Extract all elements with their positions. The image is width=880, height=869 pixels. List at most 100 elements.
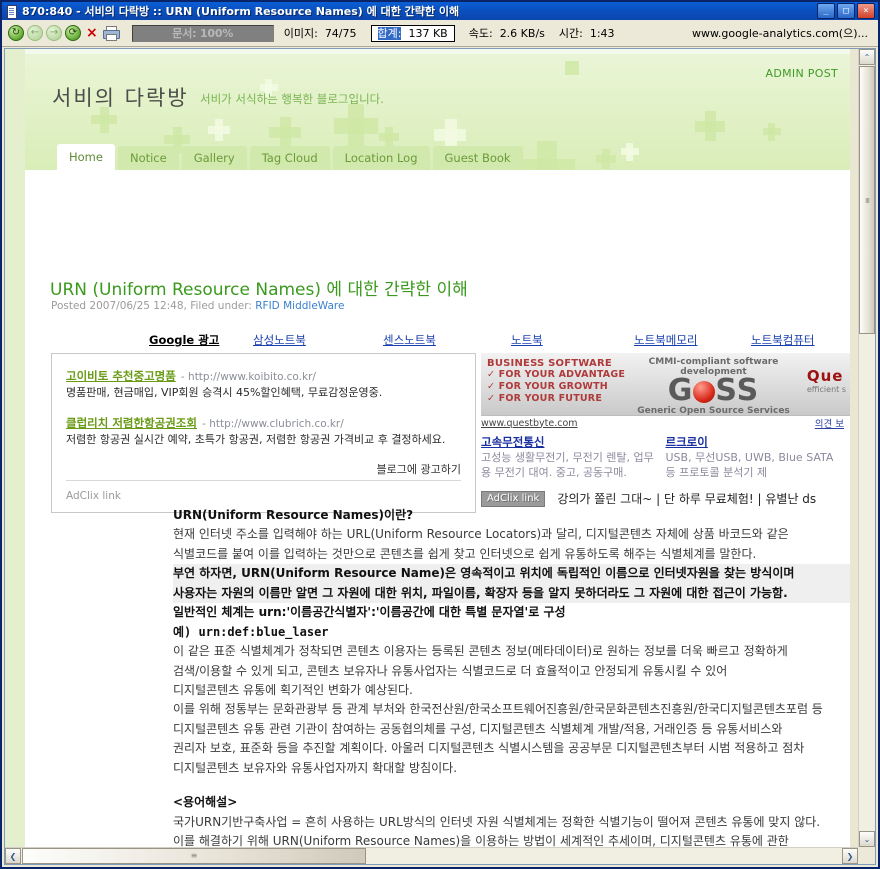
glossary-line: 국가URN기반구축사업 = 흔히 사용하는 URL방식의 인터넷 자원 식별체계… <box>173 814 821 829</box>
vertical-scroll-thumb[interactable]: ≡ <box>859 66 875 334</box>
right-margin-strip <box>850 49 858 847</box>
opinion-link[interactable]: 의견 보 <box>815 416 850 430</box>
adclix-button[interactable]: AdClix link <box>481 490 546 507</box>
decor-cross <box>91 115 117 124</box>
tab-location-log[interactable]: Location Log <box>332 146 430 170</box>
document-progress-label: 문서: 100% <box>172 27 234 40</box>
article-line: 디지털콘텐츠 유통에 획기적인 변화가 예상된다. <box>173 682 413 697</box>
questbyte-url[interactable]: www.questbyte.com <box>481 418 578 429</box>
goss-banner-sub: Generic Open Source Services <box>637 405 790 416</box>
post-category-link[interactable]: RFID MiddleWare <box>255 300 344 312</box>
tab-gallery[interactable]: Gallery <box>181 146 247 170</box>
decor-cross <box>164 135 190 144</box>
ad-link-google[interactable]: Google 광고 <box>149 332 253 348</box>
tab-notice[interactable]: Notice <box>117 146 179 170</box>
ad-link-sens-notebook[interactable]: 센스노트북 <box>383 332 511 348</box>
promote-blog-link[interactable]: 블로그에 광고하기 <box>377 461 461 477</box>
goss-banner-heading: BUSINESS SOFTWARE <box>487 358 612 369</box>
goss-banner-right: Que efficient s <box>807 367 846 394</box>
scroll-down-button[interactable]: ⌄ <box>859 831 875 847</box>
ad-link-samsung-notebook[interactable]: 삼성노트북 <box>253 332 383 348</box>
speed-label: 속도: <box>468 27 493 40</box>
reload-icon[interactable]: ⟳ <box>65 25 81 41</box>
back-icon[interactable]: ← <box>27 25 43 41</box>
printer-icon[interactable] <box>102 26 120 41</box>
page-scroll-area: ADMIN POST 서비의 다락방 서비가 서식하는 행복한 블로그입니다. … <box>5 49 858 847</box>
goss-banner-caption: CMMI-compliant software development <box>648 357 779 377</box>
article-line: 권리자 보호, 표준화 등을 추진할 계획이다. 아울러 디지털콘텐츠 식별시스… <box>173 741 805 756</box>
scroll-right-button[interactable]: ❯ <box>842 848 858 864</box>
tab-guest-book[interactable]: Guest Book <box>432 146 523 170</box>
ad-description: 명품판매, 현금매입, VIP회원 승격시 45%할인혜택, 무료감정운영중. <box>66 386 383 399</box>
tab-home[interactable]: Home <box>57 144 115 170</box>
decor-cross <box>519 159 575 170</box>
admin-post-link[interactable]: ADMIN POST <box>766 67 838 80</box>
article-line: 부연 하자면, URN(Uniform Resource Name)은 영속적이… <box>173 564 850 584</box>
google-ads-box: 고이비토 추천중고명품 - http://www.koibito.co.kr/ … <box>51 353 476 513</box>
ad-link-notebook-memory[interactable]: 노트북메모리 <box>634 332 751 348</box>
time-value: 1:43 <box>589 27 615 40</box>
decor-cross <box>379 133 399 141</box>
que-logo: Que <box>806 367 844 385</box>
ad-entry[interactable]: 클럽리치 저렴한항공권조회 - http://www.clubrich.co.k… <box>66 412 461 448</box>
que-tagline: efficient s <box>806 385 846 394</box>
article-heading: URN(Uniform Resource Names)이란? <box>173 508 414 522</box>
refresh-all-icon[interactable]: ↻ <box>8 25 24 41</box>
adclix-link-left[interactable]: AdClix link <box>66 490 121 502</box>
forward-icon[interactable]: → <box>46 25 62 41</box>
decor-cross <box>208 126 230 134</box>
scroll-up-button[interactable]: ⌃ <box>859 49 875 65</box>
decor-cross <box>621 148 639 155</box>
window-controls: _ □ × <box>817 3 876 19</box>
scrollbar-corner <box>858 847 875 864</box>
maximize-button[interactable]: □ <box>837 3 855 19</box>
images-label: 이미지: <box>283 27 318 40</box>
total-size-status: 합계: 137 KB <box>370 24 455 42</box>
total-label: 합계: <box>377 26 402 40</box>
window-title-bar: 870:840 - 서비의 다락방 :: URN (Uniform Resour… <box>2 2 878 20</box>
stop-icon[interactable]: × <box>86 26 98 40</box>
adclix-text[interactable]: 강의가 쫄린 그대~ | 단 하루 무료체험! | 유별난 ds <box>557 490 816 507</box>
ad-entry[interactable]: 고속무전통신 고성능 생활무전기, 무전기 렌탈, 업무용 무전기 대여. 중고… <box>481 434 666 481</box>
nav-icon-group: ↻ ← → ⟳ × <box>8 25 126 41</box>
vertical-scrollbar[interactable]: ⌃ ≡ ⌄ <box>858 49 875 847</box>
scroll-left-button[interactable]: ❮ <box>5 848 21 864</box>
ad-title[interactable]: 르크로이 <box>666 434 843 450</box>
ad-columns: 고이비토 추천중고명품 - http://www.koibito.co.kr/ … <box>51 353 850 513</box>
decor-cross <box>269 127 301 138</box>
time-label: 시간: <box>558 27 583 40</box>
ad-title[interactable]: 클럽리치 저렴한항공권조회 <box>66 416 197 430</box>
horizontal-scrollbar[interactable]: ❮ ≡ ❯ <box>5 847 858 864</box>
close-button[interactable]: × <box>857 3 875 19</box>
page-body: ADMIN POST 서비의 다락방 서비가 서식하는 행복한 블로그입니다. … <box>5 49 858 847</box>
ad-description: 고성능 생활무전기, 무전기 렌탈, 업무용 무전기 대여. 중고, 공동구매. <box>481 451 654 479</box>
ad-link-notebook[interactable]: 노트북 <box>511 332 634 348</box>
decor-cross <box>260 84 278 91</box>
article-line: 식별코드를 붙여 이를 입력하는 것만으로 콘텐츠를 쉽게 찾고 인터넷으로 쉽… <box>173 546 757 561</box>
goss-logo-g: G <box>667 373 694 408</box>
window-title: 870:840 - 서비의 다락방 :: URN (Uniform Resour… <box>22 5 460 18</box>
time-status: 시간: 1:43 <box>559 25 615 41</box>
ad-url: - http://www.koibito.co.kr/ <box>180 371 316 383</box>
ad-entry[interactable]: 르크로이 USB, 무선USB, UWB, Blue SATA 등 프로토콜 분… <box>666 434 851 481</box>
minimize-button[interactable]: _ <box>817 3 835 19</box>
total-value: 137 KB <box>408 26 448 40</box>
goss-logo-ss: SS <box>715 373 760 408</box>
ad-entry[interactable]: 고이비토 추천중고명품 - http://www.koibito.co.kr/ … <box>66 365 461 401</box>
horizontal-scroll-thumb[interactable]: ≡ <box>22 848 366 864</box>
article-line: 현재 인터넷 주소를 입력해야 하는 URL(Uniform Resource … <box>173 527 789 542</box>
ad-url: - http://www.clubrich.co.kr/ <box>202 417 344 430</box>
tab-tag-cloud[interactable]: Tag Cloud <box>249 146 330 170</box>
adclix-row: AdClix link 강의가 쫄린 그대~ | 단 하루 무료체험! | 유별… <box>481 490 816 507</box>
scroll-grip-icon: ≡ <box>190 851 198 860</box>
article-line: 일반적인 체계는 urn:'이름공간식별자':'이름공간에 대한 특별 문자열'… <box>173 605 566 620</box>
ad-link-notebook-computer[interactable]: 노트북컴퓨터 <box>751 332 814 348</box>
glossary-heading: <용어해설> <box>173 795 238 810</box>
goss-banner-item: ✓ FOR YOUR FUTURE <box>487 393 603 405</box>
goss-banner-ad[interactable]: BUSINESS SOFTWARE ✓ FOR YOUR ADVANTAGE ✓… <box>481 353 850 416</box>
ad-title[interactable]: 고속무전통신 <box>481 434 658 450</box>
ad-title[interactable]: 고이비토 추천중고명품 <box>66 369 176 383</box>
blog-title: 서비의 다락방 <box>52 86 189 110</box>
banner-top-line <box>25 49 850 54</box>
article-line: 예) urn:def:blue_laser <box>173 624 329 639</box>
